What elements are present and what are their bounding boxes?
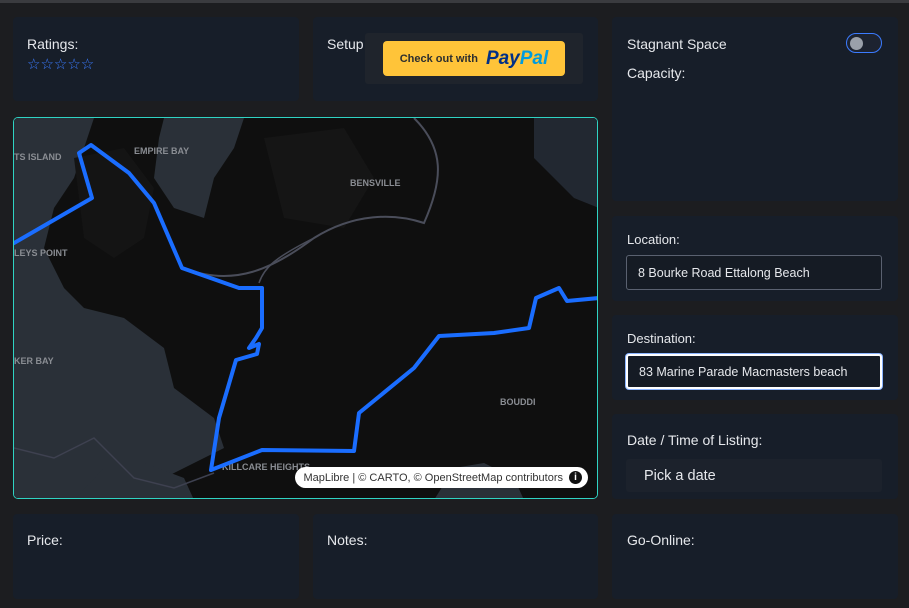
top-bar	[0, 0, 909, 3]
stagnant-space-label: Stagnant Space	[627, 36, 727, 52]
notes-card: Notes:	[313, 514, 598, 599]
price-card: Price:	[13, 514, 299, 599]
route-map[interactable]: EMPIRE BAY BENSVILLE BOUDDI KILLCARE HEI…	[13, 117, 598, 499]
go-online-label: Go-Online:	[627, 532, 695, 548]
listing-date-card: Date / Time of Listing: Pick a date	[612, 414, 898, 499]
map-label-bouddi: BOUDDI	[500, 397, 536, 407]
location-card: Location:	[612, 216, 898, 301]
capacity-label: Capacity:	[627, 65, 686, 81]
map-label-bensville: BENSVILLE	[350, 178, 401, 188]
notes-label: Notes:	[327, 532, 368, 548]
map-attribution: MapLibre | © CARTO, © OpenStreetMap cont…	[295, 467, 588, 488]
destination-card: Destination:	[612, 315, 898, 400]
destination-label: Destination:	[627, 331, 696, 346]
map-label-bay: KER BAY	[14, 356, 54, 366]
price-label: Price:	[27, 532, 63, 548]
map-canvas: EMPIRE BAY BENSVILLE BOUDDI KILLCARE HEI…	[14, 118, 597, 498]
map-attribution-text: MapLibre | © CARTO, © OpenStreetMap cont…	[303, 471, 563, 484]
paypal-logo: PayPal	[485, 47, 549, 69]
toggle-knob	[850, 36, 863, 50]
listing-date-label: Date / Time of Listing:	[627, 432, 763, 448]
stagnant-space-card: Stagnant Space Capacity:	[612, 17, 898, 201]
info-icon[interactable]: i	[569, 471, 582, 484]
ratings-card: Ratings: ☆☆☆☆☆	[13, 17, 299, 101]
location-input[interactable]	[626, 255, 882, 290]
paypal-prefix: Check out with	[399, 52, 478, 65]
date-picker[interactable]: Pick a date	[626, 459, 882, 492]
map-label-point: LEYS POINT	[14, 248, 68, 258]
destination-input[interactable]	[626, 354, 882, 389]
map-label-island: TS ISLAND	[14, 152, 62, 162]
location-label: Location:	[627, 232, 680, 247]
setup-label: Setup	[327, 36, 364, 52]
ratings-label: Ratings:	[27, 36, 79, 52]
map-label-empire-bay: EMPIRE BAY	[134, 146, 189, 156]
stagnant-space-toggle[interactable]	[846, 33, 882, 53]
paypal-checkout-button[interactable]: Check out with PayPal	[383, 41, 565, 76]
go-online-card: Go-Online:	[612, 514, 898, 599]
paypal-container: Check out with PayPal	[365, 33, 583, 84]
rating-stars[interactable]: ☆☆☆☆☆	[27, 55, 94, 73]
